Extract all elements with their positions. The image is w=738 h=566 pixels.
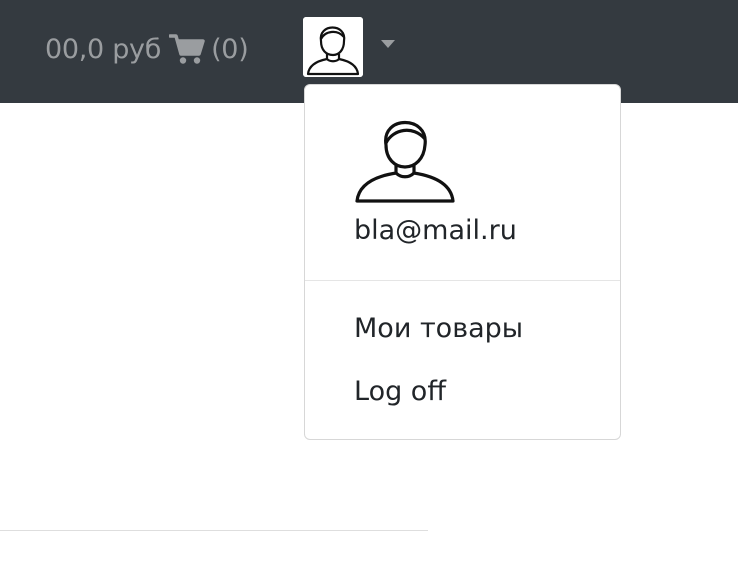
content-divider: [0, 530, 428, 531]
dropdown-divider: [305, 280, 620, 281]
user-avatar-icon: [303, 17, 363, 77]
cart-link[interactable]: 00,0 руб (0): [45, 28, 249, 70]
chevron-down-icon: [381, 40, 395, 48]
user-dropdown-menu: bla@mail.ru Мои товары Log off: [304, 84, 621, 440]
user-email: bla@mail.ru: [354, 215, 517, 246]
shopping-cart-icon: [168, 33, 205, 65]
menu-item-my-products[interactable]: Мои товары: [354, 313, 523, 344]
menu-item-log-off[interactable]: Log off: [354, 376, 446, 407]
cart-total: 00,0 руб: [45, 33, 162, 65]
user-avatar-icon: [355, 121, 455, 203]
cart-count: (0): [211, 33, 249, 65]
user-menu-toggle[interactable]: [303, 17, 395, 77]
